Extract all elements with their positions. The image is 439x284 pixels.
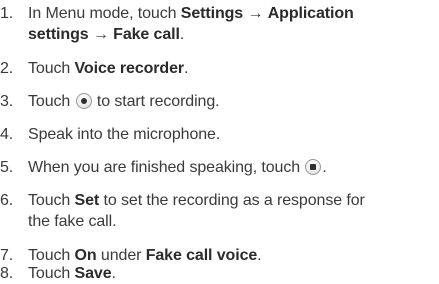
step-6-suffix: to set the recording as a response for <box>99 192 365 209</box>
fake-call-label: Fake call <box>113 26 180 43</box>
save-label: Save <box>74 265 112 282</box>
period: . <box>111 265 116 282</box>
arrow: → <box>88 26 114 43</box>
voice-recorder-label: Voice recorder <box>74 60 185 77</box>
step-number: 6. <box>0 192 14 209</box>
step-number: 1. <box>0 5 14 22</box>
period: . <box>179 26 185 43</box>
step-7-prefix: Touch <box>28 247 75 264</box>
step-6-prefix: Touch <box>28 192 75 209</box>
step-7-middle: under <box>96 247 146 264</box>
step-text: When you are finished speaking, touch . <box>28 157 327 178</box>
instruction-list: 1. In Menu mode, touch Settings → Applic… <box>0 0 439 282</box>
step-text: the fake call. <box>28 213 117 230</box>
step-5-prefix: When you are finished speaking, touch <box>28 159 305 176</box>
step-text: In Menu mode, touch Settings → Applicati… <box>28 3 354 24</box>
step-3-suffix: to start recording. <box>92 93 220 110</box>
step-number: 5. <box>0 159 14 176</box>
step-text: Touch Voice recorder. <box>28 58 188 79</box>
on-label: On <box>74 247 97 264</box>
step-3-prefix: Touch <box>28 93 75 110</box>
step-2-prefix: Touch <box>28 60 75 77</box>
fake-call-voice-label: Fake call voice <box>145 247 258 264</box>
step-text: Speak into the microphone. <box>28 126 221 143</box>
period: . <box>322 159 327 176</box>
set-label: Set <box>74 192 100 209</box>
stop-button-icon <box>305 159 322 175</box>
step-number: 4. <box>0 126 14 143</box>
step-text: Touch to start recording. <box>28 91 220 112</box>
period: . <box>184 60 189 77</box>
step-text: Touch Set to set the recording as a resp… <box>28 190 365 211</box>
application-settings-label-part2: settings <box>28 26 89 43</box>
application-settings-label-part1: Application <box>267 5 354 22</box>
step-number: 3. <box>0 93 14 110</box>
step-text: settings → Fake call. <box>28 24 184 45</box>
period: . <box>257 247 262 264</box>
step-number: 2. <box>0 60 14 77</box>
record-button-icon <box>75 93 92 109</box>
step-1-prefix: In Menu mode, touch <box>28 5 181 22</box>
arrow: → <box>243 5 268 22</box>
settings-label: Settings <box>180 5 244 22</box>
step-8-prefix: Touch <box>28 265 75 282</box>
